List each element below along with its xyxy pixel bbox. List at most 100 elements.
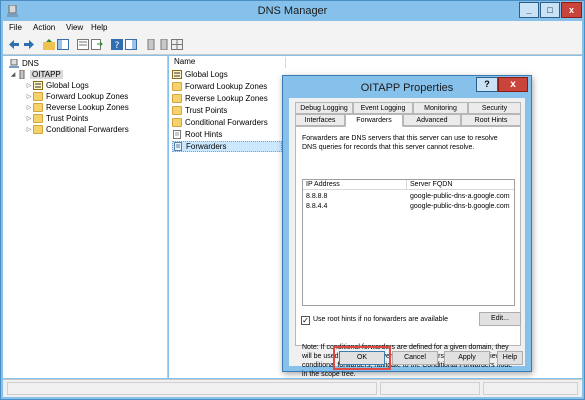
folder-icon [33, 92, 43, 101]
tab-interfaces[interactable]: Interfaces [295, 114, 345, 126]
collapsed-triangle-icon[interactable]: ▷ [25, 115, 33, 122]
menu-help[interactable]: Help [91, 23, 107, 32]
up-folder-icon[interactable] [43, 39, 55, 50]
dns-manager-window: DNS Manager _ □ x File Action View Help … [0, 0, 585, 400]
status-bar [3, 379, 582, 397]
maximize-button[interactable]: □ [540, 2, 560, 18]
tab-event-logging[interactable]: Event Logging [353, 102, 413, 114]
server-icon-2[interactable] [158, 39, 170, 50]
help-button[interactable]: Help [497, 351, 523, 365]
forwarders-table[interactable]: IP Address Server FQDN 8.8.8.8 google-pu… [302, 179, 515, 306]
tab-root-hints[interactable]: Root Hints [461, 114, 521, 126]
column-header-name[interactable]: Name [171, 57, 286, 68]
collapsed-triangle-icon[interactable]: ▷ [25, 93, 33, 100]
tab-forwarders[interactable]: Forwarders [345, 114, 403, 127]
list-item[interactable]: Reverse Lookup Zones [172, 93, 268, 104]
list-item-label: Forward Lookup Zones [185, 82, 268, 91]
list-item-label: Trust Points [185, 106, 228, 115]
tab-security[interactable]: Security [468, 102, 521, 114]
tab-debug-logging[interactable]: Debug Logging [295, 102, 353, 114]
help-icon[interactable]: ? [111, 39, 123, 50]
grid-icon[interactable] [171, 39, 183, 50]
tree-label-global-logs: Global Logs [46, 81, 89, 90]
properties-dialog: OITAPP Properties ? x Debug Logging Even… [282, 75, 532, 378]
status-cell-3 [483, 382, 578, 395]
toolbar: ? [3, 35, 582, 55]
log-icon [172, 70, 182, 79]
folder-icon [33, 114, 43, 123]
tree-item-server[interactable]: ◢ OITAPP [9, 69, 63, 80]
tree-item-conditional-forwarders[interactable]: ▷ Conditional Forwarders [25, 124, 129, 135]
apply-button[interactable]: Apply [444, 351, 490, 365]
collapsed-triangle-icon[interactable]: ▷ [25, 126, 33, 133]
forwarders-description: Forwarders are DNS servers that this ser… [302, 135, 498, 151]
use-root-hints-checkbox[interactable]: ✓ [301, 316, 310, 325]
server-icon[interactable] [145, 39, 157, 50]
menu-view[interactable]: View [66, 23, 83, 32]
cancel-button[interactable]: Cancel [392, 351, 438, 365]
forwarders-tab-page: Forwarders are DNS servers that this ser… [295, 126, 521, 378]
table-cell-ip[interactable]: 8.8.8.8 [306, 193, 327, 200]
tree-label-dns: DNS [22, 59, 39, 68]
title-bar: DNS Manager _ □ x [1, 1, 584, 21]
list-item-label: Root Hints [185, 130, 223, 139]
log-icon [33, 81, 43, 90]
use-root-hints-label[interactable]: Use root hints if no forwarders are avai… [313, 316, 448, 323]
folder-icon [172, 82, 182, 91]
document-icon [173, 130, 181, 139]
folder-icon [172, 94, 182, 103]
table-cell-ip[interactable]: 8.8.4.4 [306, 203, 327, 210]
list-item-label: Forwarders [186, 142, 227, 151]
table-cell-fqdn[interactable]: google-public-dns-a.google.com [410, 193, 510, 200]
collapsed-triangle-icon[interactable]: ▷ [25, 82, 33, 89]
forward-arrow-icon[interactable] [23, 39, 35, 50]
table-cell-fqdn[interactable]: google-public-dns-b.google.com [410, 203, 510, 210]
tab-monitoring[interactable]: Monitoring [413, 102, 468, 114]
status-cell-main [7, 382, 377, 395]
ok-button[interactable]: OK [339, 351, 385, 365]
expanded-triangle-icon[interactable]: ◢ [9, 71, 17, 78]
menu-file[interactable]: File [9, 23, 22, 32]
tree-item-dns[interactable]: DNS [9, 58, 39, 69]
tree-item-reverse-zones[interactable]: ▷ Reverse Lookup Zones [25, 102, 129, 113]
close-button[interactable]: x [561, 2, 582, 18]
dialog-body: Debug Logging Event Logging Monitoring S… [289, 98, 525, 378]
list-item[interactable]: Root Hints [172, 129, 222, 140]
list-item[interactable]: Conditional Forwarders [172, 117, 268, 128]
edit-button[interactable]: Edit... [479, 312, 521, 326]
dialog-close-button[interactable]: x [498, 77, 528, 92]
collapsed-triangle-icon[interactable]: ▷ [25, 104, 33, 111]
tree-item-global-logs[interactable]: ▷ Global Logs [25, 80, 89, 91]
tree-label-conditional-forwarders: Conditional Forwarders [46, 125, 129, 134]
server-icon [19, 70, 25, 79]
list-item[interactable]: Global Logs [172, 69, 228, 80]
menu-bar: File Action View Help [3, 21, 582, 35]
properties-icon[interactable] [77, 39, 89, 50]
tree-label-reverse-zones: Reverse Lookup Zones [46, 103, 129, 112]
tree-label-server: OITAPP [30, 70, 63, 79]
list-item-label: Conditional Forwarders [185, 118, 268, 127]
tree-item-trust-points[interactable]: ▷ Trust Points [25, 113, 88, 124]
dns-icon [9, 59, 19, 68]
list-item[interactable]: Trust Points [172, 105, 227, 116]
dialog-help-button[interactable]: ? [476, 77, 498, 92]
tree-item-forward-zones[interactable]: ▷ Forward Lookup Zones [25, 91, 128, 102]
column-ip-address[interactable]: IP Address [306, 181, 340, 188]
minimize-button[interactable]: _ [519, 2, 539, 18]
console-tree: DNS ◢ OITAPP ▷ Global Logs ▷ Forward Loo… [3, 56, 168, 378]
column-separator [406, 180, 407, 190]
tree-label-trust-points: Trust Points [46, 114, 89, 123]
column-server-fqdn[interactable]: Server FQDN [410, 181, 452, 188]
folder-icon [33, 125, 43, 134]
export-list-icon[interactable] [91, 39, 103, 50]
menu-action[interactable]: Action [33, 23, 55, 32]
back-arrow-icon[interactable] [8, 39, 20, 50]
status-cell-2 [380, 382, 480, 395]
console-tree-icon[interactable] [125, 39, 137, 50]
tab-advanced[interactable]: Advanced [403, 114, 461, 126]
folder-icon [33, 103, 43, 112]
show-tree-icon[interactable] [57, 39, 69, 50]
list-item[interactable]: Forward Lookup Zones [172, 81, 267, 92]
list-item-label: Reverse Lookup Zones [185, 94, 268, 103]
list-item-selected[interactable]: Forwarders [172, 141, 282, 152]
